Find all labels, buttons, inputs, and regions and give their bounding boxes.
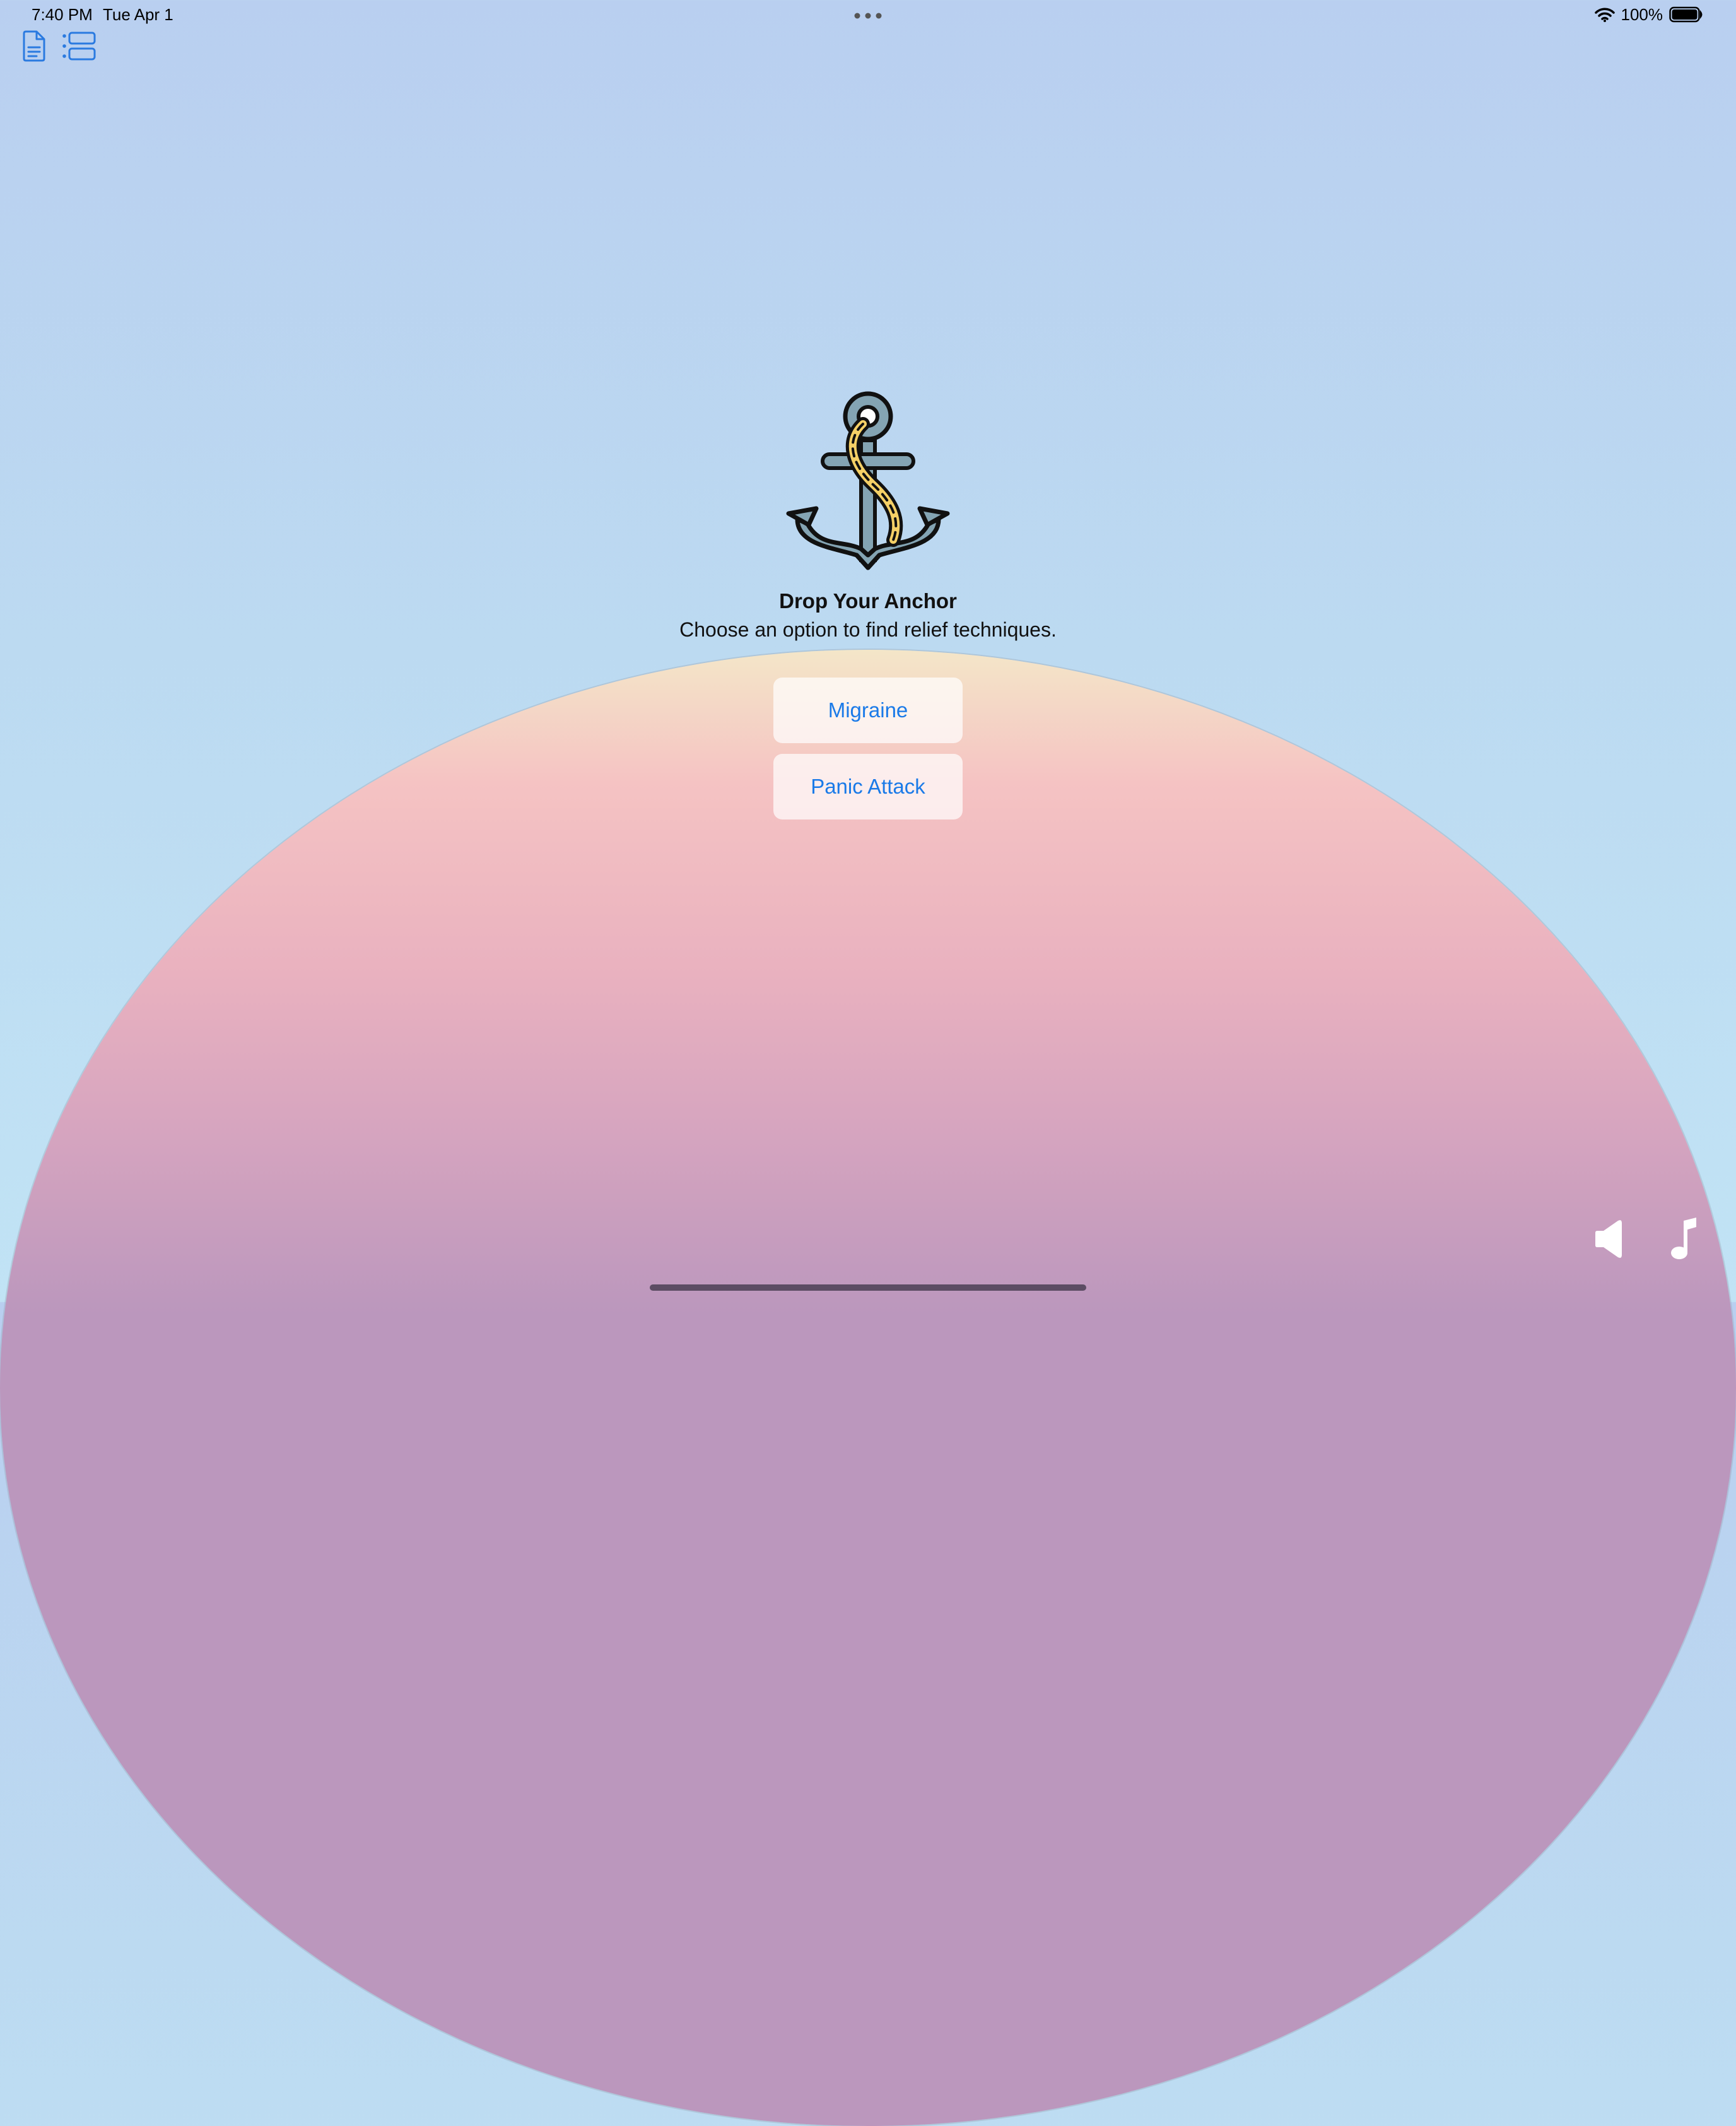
background-hill — [0, 650, 1736, 2126]
battery-percent: 100% — [1621, 4, 1663, 24]
list-view-icon[interactable] — [62, 30, 97, 62]
migraine-button[interactable]: Migraine — [773, 678, 963, 743]
status-bar: 7:40 PM Tue Apr 1 100% — [0, 0, 1736, 30]
home-indicator[interactable] — [650, 1284, 1086, 1291]
multitasking-dots-icon[interactable] — [854, 13, 882, 19]
page-subtitle: Choose an option to find relief techniqu… — [679, 618, 1057, 641]
music-toggle-button[interactable] — [1660, 1215, 1708, 1263]
music-note-icon — [1671, 1218, 1696, 1259]
status-date: Tue Apr 1 — [103, 5, 173, 24]
speaker-icon — [1595, 1220, 1622, 1258]
status-time: 7:40 PM — [32, 5, 93, 24]
anchor-icon — [786, 391, 950, 570]
page-title: Drop Your Anchor — [779, 589, 957, 613]
document-icon[interactable] — [21, 30, 47, 62]
battery-icon — [1669, 6, 1703, 23]
panic-attack-button[interactable]: Panic Attack — [773, 754, 963, 819]
wifi-icon — [1594, 8, 1615, 22]
status-indicators: 100% — [1594, 4, 1704, 24]
sound-toggle-button[interactable] — [1585, 1215, 1633, 1263]
